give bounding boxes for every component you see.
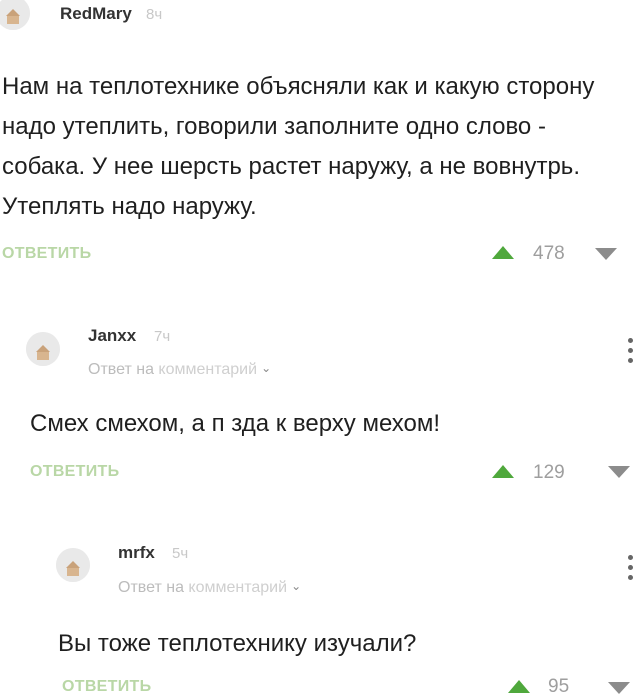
comment-time: 8ч bbox=[146, 6, 163, 23]
triangle-up-icon[interactable] bbox=[508, 680, 530, 693]
vertical-dots-menu-icon[interactable] bbox=[628, 555, 634, 583]
triangle-up-icon[interactable] bbox=[492, 246, 514, 259]
chevron-down-icon: ⌄ bbox=[261, 361, 272, 375]
triangle-up-icon[interactable] bbox=[492, 465, 514, 478]
reply-to-link[interactable]: Ответ на комментарий ⌄ bbox=[118, 579, 301, 597]
reply-button[interactable]: ОТВЕТИТЬ bbox=[62, 678, 151, 696]
reply-button[interactable]: ОТВЕТИТЬ bbox=[30, 463, 119, 481]
comment-time: 5ч bbox=[172, 545, 189, 562]
comment-author[interactable]: Janxx bbox=[88, 326, 136, 346]
vertical-dots-menu-icon[interactable] bbox=[628, 338, 634, 366]
comment-text: Вы тоже теплотехнику изучали? bbox=[58, 630, 417, 657]
comment-author[interactable]: RedMary bbox=[60, 4, 132, 24]
vote-count: 95 bbox=[548, 676, 570, 697]
comment-time: 7ч bbox=[154, 328, 171, 345]
reply-to-link[interactable]: Ответ на комментарий ⌄ bbox=[88, 361, 271, 379]
triangle-down-icon[interactable] bbox=[595, 248, 617, 260]
reply-to-target: комментарий bbox=[158, 361, 258, 378]
reply-to-prefix: Ответ на bbox=[118, 579, 184, 596]
triangle-down-icon[interactable] bbox=[608, 682, 630, 694]
vote-count: 478 bbox=[533, 243, 565, 264]
comment-text: Нам на теплотехнике объясняли как и каку… bbox=[2, 73, 595, 220]
comment-author[interactable]: mrfx bbox=[118, 543, 155, 563]
avatar-icon[interactable] bbox=[26, 332, 60, 366]
comment-text: Смех смехом, а п зда к верху мехом! bbox=[30, 410, 441, 437]
triangle-down-icon[interactable] bbox=[608, 466, 630, 478]
reply-to-target: комментарий bbox=[188, 579, 288, 596]
vote-count: 129 bbox=[533, 462, 565, 483]
avatar-icon[interactable] bbox=[0, 0, 30, 30]
reply-to-prefix: Ответ на bbox=[88, 361, 154, 378]
chevron-down-icon: ⌄ bbox=[291, 579, 302, 593]
avatar-icon[interactable] bbox=[56, 548, 90, 582]
reply-button[interactable]: ОТВЕТИТЬ bbox=[2, 245, 91, 263]
